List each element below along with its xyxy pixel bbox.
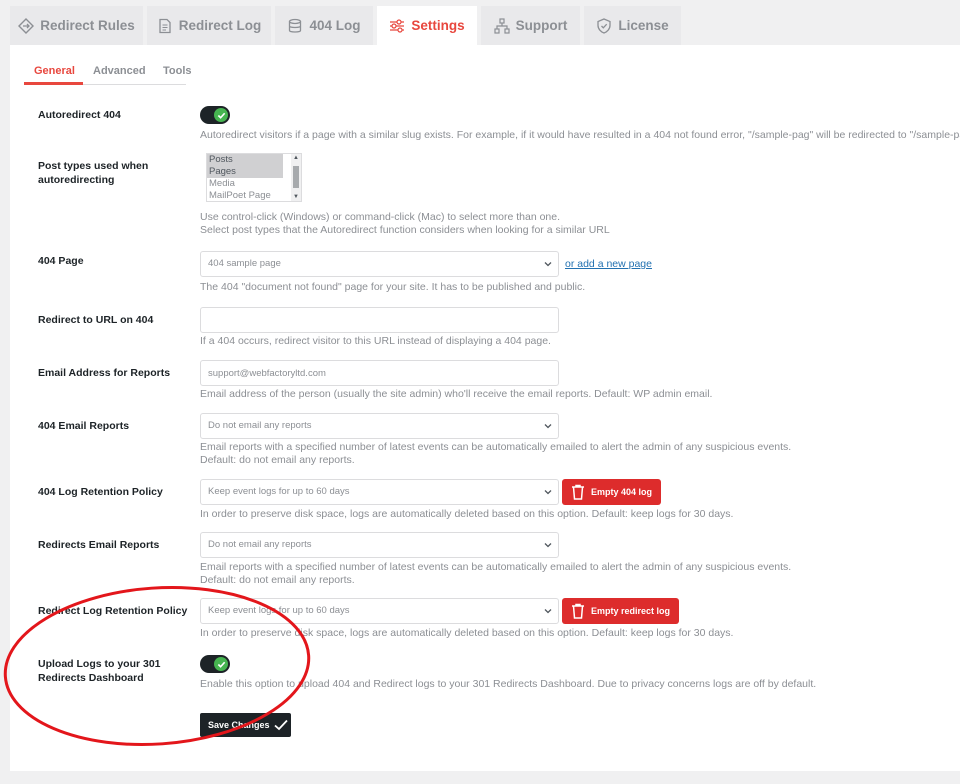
retention-404-select[interactable]: Keep event logs for up to 60 days <box>200 479 559 505</box>
scrollbar-thumb[interactable] <box>293 166 299 188</box>
empty-redirect-log-button[interactable]: Empty redirect log <box>562 598 680 624</box>
checkmark-icon <box>273 719 288 731</box>
main-tabs: Redirect Rules Redirect Log 404 Log Sett… <box>10 6 685 45</box>
document-icon <box>157 18 173 34</box>
email-redirects-label: Redirects Email Reports <box>38 539 160 551</box>
post-types-help: Select post types that the Autoredirect … <box>200 224 610 236</box>
listbox-scrollbar[interactable]: ▲ ▼ <box>291 154 301 201</box>
redirect-url-label: Redirect to URL on 404 <box>38 314 154 326</box>
subtab-general[interactable]: General <box>34 65 75 77</box>
diamond-arrows-icon <box>18 17 35 34</box>
autoredirect-label: Autoredirect 404 <box>38 109 121 121</box>
post-type-option[interactable]: Pages <box>207 166 283 178</box>
post-types-listbox[interactable]: Posts Pages Media MailPoet Page ▲ ▼ <box>206 153 302 202</box>
active-subtab-indicator <box>24 82 83 85</box>
post-type-option[interactable]: MailPoet Page <box>207 190 283 201</box>
check-icon <box>217 661 225 668</box>
chevron-down-icon <box>544 488 552 496</box>
email-404-label: 404 Email Reports <box>38 420 130 432</box>
post-type-option[interactable]: Media <box>207 178 283 190</box>
tab-label: Support <box>515 18 568 33</box>
select-value: 404 sample page <box>208 258 281 269</box>
button-label: Empty 404 log <box>591 487 653 497</box>
email-address-input[interactable] <box>200 360 559 386</box>
chevron-down-icon <box>544 260 552 268</box>
email-redirects-select[interactable]: Do not email any reports <box>200 532 559 558</box>
sliders-icon <box>389 18 405 34</box>
subtab-advanced[interactable]: Advanced <box>93 65 146 77</box>
retention-redirect-select[interactable]: Keep event logs for up to 60 days <box>200 598 559 624</box>
toggle-knob <box>214 108 228 122</box>
upload-logs-toggle[interactable] <box>200 655 230 673</box>
email-redirects-help: Email reports with a specified number of… <box>200 561 792 573</box>
button-label: Empty redirect log <box>591 606 671 616</box>
email-404-select[interactable]: Do not email any reports <box>200 413 559 439</box>
retention-404-label: 404 Log Retention Policy <box>38 486 163 498</box>
chevron-down-icon <box>544 607 552 615</box>
email-address-label: Email Address for Reports <box>38 367 171 379</box>
email-404-help: Email reports with a specified number of… <box>200 441 792 453</box>
redirect-url-input[interactable] <box>200 307 559 333</box>
email-redirects-help: Default: do not email any reports. <box>200 574 355 586</box>
email-address-help: Email address of the person (usually the… <box>200 388 713 400</box>
chevron-down-icon <box>544 541 552 549</box>
tab-label: License <box>618 18 669 33</box>
autoredirect-help: Autoredirect visitors if a page with a s… <box>200 129 960 141</box>
empty-404-log-button[interactable]: Empty 404 log <box>562 479 662 505</box>
select-value: Keep event logs for up to 60 days <box>208 605 350 616</box>
shield-check-icon <box>596 17 612 34</box>
redirect-url-help: If a 404 occurs, redirect visitor to thi… <box>200 335 551 347</box>
email-404-help: Default: do not email any reports. <box>200 454 355 466</box>
autoredirect-toggle[interactable] <box>200 106 230 124</box>
sitemap-icon <box>494 17 510 34</box>
retention-redirect-label: Redirect Log Retention Policy <box>38 605 188 617</box>
upload-logs-help: Enable this option to upload 404 and Red… <box>200 678 817 690</box>
tab-label: 404 Log <box>309 18 361 33</box>
select-value: Do not email any reports <box>208 420 312 431</box>
page-404-help: The 404 "document not found" page for yo… <box>200 281 586 293</box>
button-label: Save Changes <box>208 720 270 730</box>
tab-license[interactable]: License <box>584 6 681 45</box>
upload-logs-label: Upload Logs to your 301 Redirects Dashbo… <box>38 658 161 684</box>
toggle-knob <box>214 657 228 671</box>
page-404-label: 404 Page <box>38 255 84 267</box>
post-types-label: Post types used when autoredirecting <box>38 160 149 186</box>
tab-settings[interactable]: Settings <box>377 6 477 45</box>
post-type-option[interactable]: Posts <box>207 154 283 166</box>
scroll-up-icon[interactable]: ▲ <box>293 155 299 161</box>
tab-label: Settings <box>411 18 465 33</box>
trash-icon <box>571 484 585 500</box>
subtab-tools[interactable]: Tools <box>163 65 192 77</box>
database-icon <box>287 18 303 34</box>
tab-support[interactable]: Support <box>481 6 580 45</box>
tab-redirect-rules[interactable]: Redirect Rules <box>10 6 143 45</box>
scroll-down-icon[interactable]: ▼ <box>293 194 299 200</box>
tab-label: Redirect Log <box>178 18 262 33</box>
select-value: Do not email any reports <box>208 539 312 550</box>
select-value: Keep event logs for up to 60 days <box>208 486 350 497</box>
chevron-down-icon <box>544 422 552 430</box>
retention-404-help: In order to preserve disk space, logs ar… <box>200 508 734 520</box>
subtabs: General Advanced Tools <box>24 55 192 85</box>
settings-panel: General Advanced Tools Autoredirect 404 … <box>10 45 960 771</box>
tab-label: Redirect Rules <box>40 18 135 33</box>
add-new-page-link[interactable]: or add a new page <box>565 258 652 270</box>
check-icon <box>217 112 225 119</box>
retention-redirect-help: In order to preserve disk space, logs ar… <box>200 627 734 639</box>
tab-redirect-log[interactable]: Redirect Log <box>147 6 271 45</box>
save-changes-button[interactable]: Save Changes <box>200 713 291 737</box>
page-404-select[interactable]: 404 sample page <box>200 251 559 277</box>
tab-404-log[interactable]: 404 Log <box>275 6 373 45</box>
trash-icon <box>571 603 585 619</box>
post-types-help: Use control-click (Windows) or command-c… <box>200 211 561 223</box>
